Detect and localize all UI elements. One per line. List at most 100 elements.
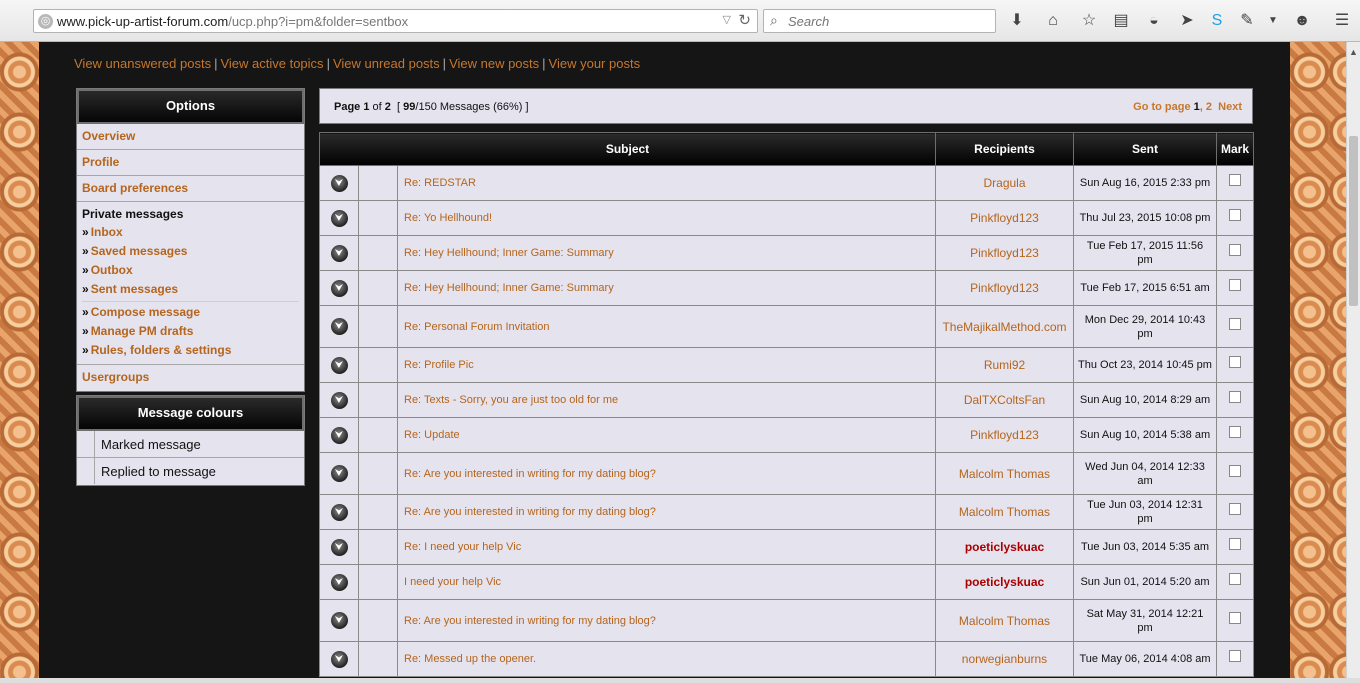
attachment-cell bbox=[358, 200, 398, 236]
scroll-thumb[interactable] bbox=[1349, 136, 1358, 306]
mark-checkbox[interactable] bbox=[1229, 356, 1241, 368]
pm-compose-link[interactable]: » Compose message bbox=[82, 303, 299, 322]
download-icon[interactable]: ⬇ bbox=[1006, 10, 1028, 32]
pm-inbox-link[interactable]: » Inbox bbox=[82, 223, 299, 242]
mark-checkbox[interactable] bbox=[1229, 573, 1241, 585]
recipient-link[interactable]: Dragula bbox=[935, 165, 1074, 201]
recipient-link[interactable]: Pinkfloyd123 bbox=[935, 200, 1074, 236]
address-bar[interactable]: ◎ www.pick-up-artist-forum.com/ucp.php?i… bbox=[33, 9, 758, 33]
mark-checkbox[interactable] bbox=[1229, 464, 1241, 477]
message-subject-link[interactable]: Re: Hey Hellhound; Inner Game: Summary bbox=[397, 270, 936, 306]
message-subject-link[interactable]: Re: Yo Hellhound! bbox=[397, 200, 936, 236]
page-scrollbar[interactable]: ▲ bbox=[1346, 42, 1360, 683]
attachment-cell bbox=[358, 270, 398, 306]
attachment-cell bbox=[358, 165, 398, 201]
url-text[interactable]: www.pick-up-artist-forum.com/ucp.php?i=p… bbox=[57, 14, 408, 29]
mark-checkbox[interactable] bbox=[1229, 650, 1241, 662]
recipient-link[interactable]: Malcolm Thomas bbox=[935, 599, 1074, 642]
mark-checkbox[interactable] bbox=[1229, 426, 1241, 438]
link-active-topics[interactable]: View active topics bbox=[220, 56, 323, 71]
replied-message-icon: ⮟ bbox=[330, 356, 348, 374]
message-subject-link[interactable]: Re: Are you interested in writing for my… bbox=[397, 494, 936, 530]
message-subject-link[interactable]: Re: Are you interested in writing for my… bbox=[397, 599, 936, 642]
recipient-link[interactable]: Pinkfloyd123 bbox=[935, 417, 1074, 453]
next-page-link[interactable]: Next bbox=[1218, 101, 1242, 113]
attachment-cell bbox=[358, 417, 398, 453]
bookmark-star-icon[interactable]: ☆ bbox=[1078, 10, 1100, 32]
recipient-link[interactable]: Malcolm Thomas bbox=[935, 452, 1074, 495]
nav-usergroups[interactable]: Usergroups bbox=[77, 365, 304, 391]
recipient-link[interactable]: Rumi92 bbox=[935, 347, 1074, 383]
message-subject-link[interactable]: Re: Personal Forum Invitation bbox=[397, 305, 936, 348]
table-row: ⮟ Re: Texts - Sorry, you are just too old… bbox=[319, 382, 1254, 418]
message-subject-link[interactable]: Re: Hey Hellhound; Inner Game: Summary bbox=[397, 235, 936, 271]
message-subject-link[interactable]: Re: Messed up the opener. bbox=[397, 641, 936, 677]
mark-checkbox[interactable] bbox=[1229, 279, 1241, 291]
message-subject-link[interactable]: Re: I need your help Vic bbox=[397, 529, 936, 565]
menu-icon[interactable]: ☰ bbox=[1331, 10, 1353, 32]
nav-board-preferences[interactable]: Board preferences bbox=[77, 176, 304, 202]
attachment-cell bbox=[358, 305, 398, 348]
recipient-link[interactable]: Pinkfloyd123 bbox=[935, 235, 1074, 271]
nav-overview[interactable]: Overview bbox=[77, 124, 304, 150]
overflow-dropdown-icon[interactable]: ▼ bbox=[1262, 10, 1284, 32]
mark-checkbox[interactable] bbox=[1229, 611, 1241, 624]
recipient-link[interactable]: DalTXColtsFan bbox=[935, 382, 1074, 418]
pm-outbox-link[interactable]: » Outbox bbox=[82, 261, 299, 280]
extension-icon[interactable]: ✎ bbox=[1236, 10, 1258, 32]
pm-saved-link[interactable]: » Saved messages bbox=[82, 242, 299, 261]
pocket-icon[interactable]: ◒ bbox=[1143, 10, 1165, 32]
pm-drafts-link[interactable]: » Manage PM drafts bbox=[82, 322, 299, 341]
pm-rules-link[interactable]: » Rules, folders & settings bbox=[82, 341, 299, 360]
send-icon[interactable]: ➤ bbox=[1176, 10, 1198, 32]
message-subject-link[interactable]: Re: Are you interested in writing for my… bbox=[397, 452, 936, 495]
search-input[interactable] bbox=[788, 13, 988, 29]
skype-icon[interactable]: S bbox=[1206, 10, 1228, 32]
attachment-cell bbox=[358, 599, 398, 642]
url-dropdown-icon[interactable]: ▽ bbox=[723, 13, 731, 26]
recipient-link[interactable]: Pinkfloyd123 bbox=[935, 270, 1074, 306]
recipient-link[interactable]: norwegianburns bbox=[935, 641, 1074, 677]
link-unanswered-posts[interactable]: View unanswered posts bbox=[74, 56, 211, 71]
reload-icon[interactable]: ↻ bbox=[738, 11, 751, 29]
message-subject-link[interactable]: Re: REDSTAR bbox=[397, 165, 936, 201]
page-2-link[interactable]: 2 bbox=[1206, 101, 1212, 113]
mark-cell bbox=[1216, 235, 1254, 271]
mark-checkbox[interactable] bbox=[1229, 503, 1241, 515]
recipient-link[interactable]: poeticlyskuac bbox=[935, 529, 1074, 565]
col-recipients-header: Recipients bbox=[935, 132, 1074, 166]
mark-checkbox[interactable] bbox=[1229, 317, 1241, 330]
mark-checkbox[interactable] bbox=[1229, 209, 1241, 221]
legend-marked: Marked message bbox=[77, 431, 304, 458]
reading-list-icon[interactable]: ▤ bbox=[1110, 10, 1132, 32]
link-new-posts[interactable]: View new posts bbox=[449, 56, 539, 71]
message-subject-link[interactable]: Re: Profile Pic bbox=[397, 347, 936, 383]
link-unread-posts[interactable]: View unread posts bbox=[333, 56, 440, 71]
replied-message-icon: ⮟ bbox=[330, 174, 348, 192]
recipient-link[interactable]: poeticlyskuac bbox=[935, 564, 1074, 600]
browser-search-box[interactable]: ⌕ bbox=[763, 9, 996, 33]
mark-checkbox[interactable] bbox=[1229, 391, 1241, 403]
recipient-link[interactable]: Malcolm Thomas bbox=[935, 494, 1074, 530]
message-subject-link[interactable]: Re: Texts - Sorry, you are just too old … bbox=[397, 382, 936, 418]
private-messages-section: Private messages » Inbox » Saved messages … bbox=[77, 202, 304, 365]
replied-swatch bbox=[77, 458, 95, 484]
pm-sent-link[interactable]: » Sent messages bbox=[82, 280, 299, 299]
message-subject-link[interactable]: Re: Update bbox=[397, 417, 936, 453]
reply-status-cell: ⮟ bbox=[319, 452, 359, 495]
mark-cell bbox=[1216, 529, 1254, 565]
mark-checkbox[interactable] bbox=[1229, 174, 1241, 186]
scroll-up-icon[interactable]: ▲ bbox=[1349, 47, 1358, 57]
link-your-posts[interactable]: View your posts bbox=[549, 56, 641, 71]
nav-profile[interactable]: Profile bbox=[77, 150, 304, 176]
recipient-link[interactable]: TheMajikalMethod.com bbox=[935, 305, 1074, 348]
message-subject-link[interactable]: I need your help Vic bbox=[397, 564, 936, 600]
smiley-icon[interactable]: ☻ bbox=[1291, 10, 1313, 32]
sent-date: Wed Jun 04, 2014 12:33 am bbox=[1073, 452, 1217, 495]
mark-cell bbox=[1216, 165, 1254, 201]
mark-checkbox[interactable] bbox=[1229, 538, 1241, 550]
table-row: ⮟ Re: I need your help Vic poeticlyskuac Tu… bbox=[319, 529, 1254, 565]
mark-checkbox[interactable] bbox=[1229, 244, 1241, 256]
home-icon[interactable]: ⌂ bbox=[1042, 10, 1064, 32]
sent-date: Sun Aug 10, 2014 8:29 am bbox=[1073, 382, 1217, 418]
